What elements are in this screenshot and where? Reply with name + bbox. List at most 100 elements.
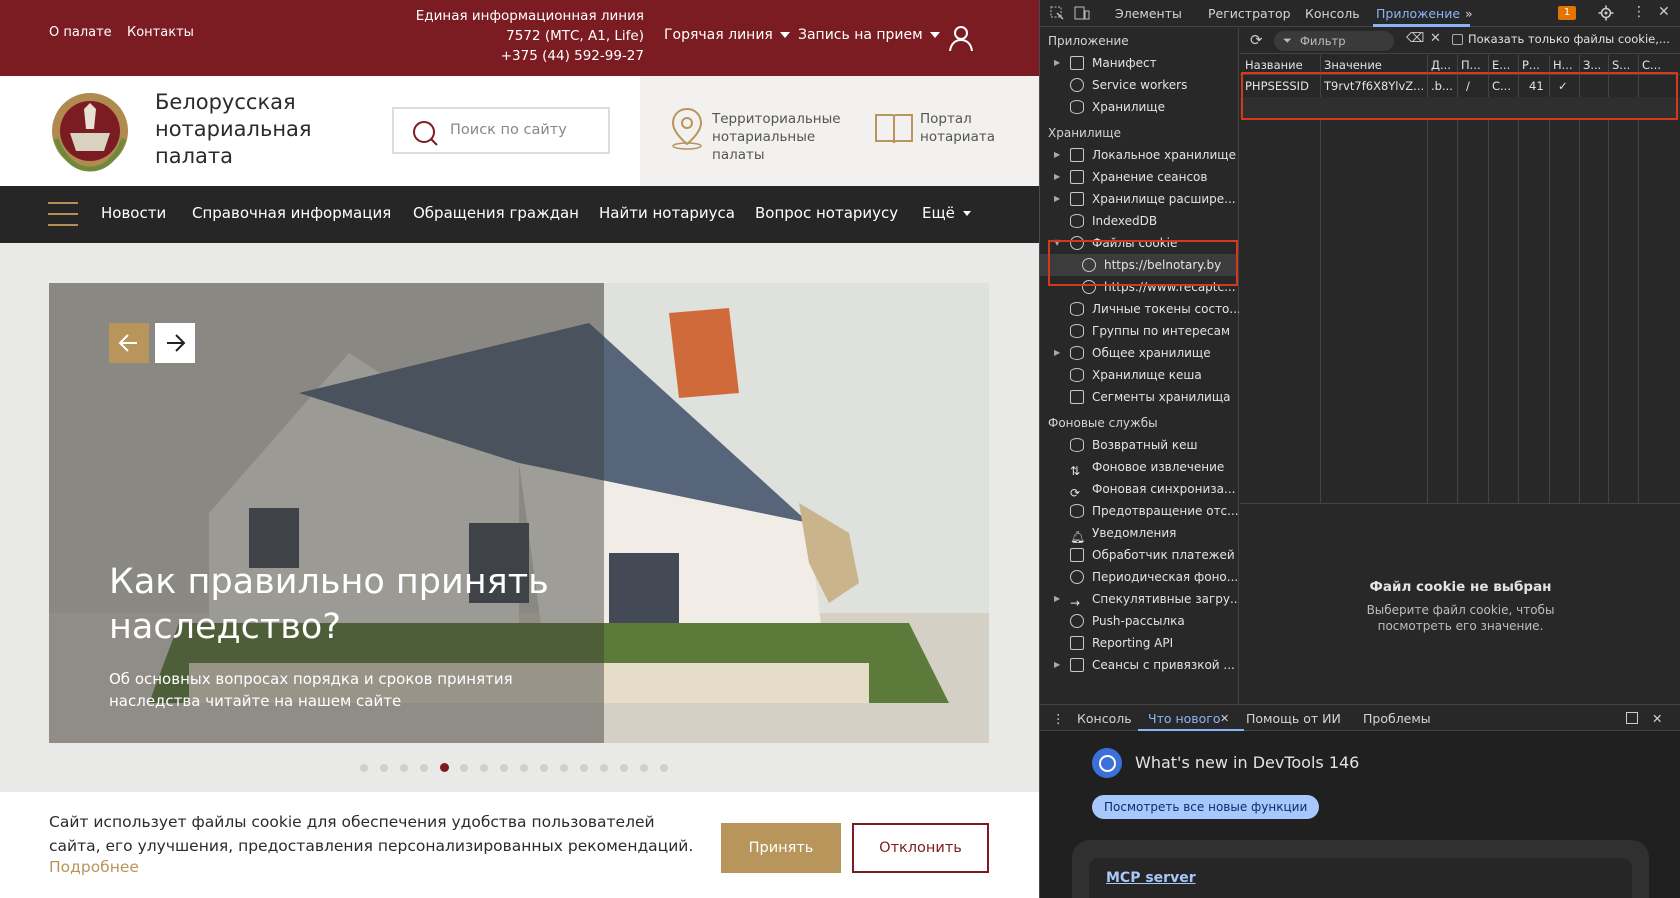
appointment-dropdown[interactable]: Запись на прием (798, 27, 940, 43)
sidebar-item-bounce-tracking[interactable]: Предотвращение отс... (1040, 500, 1239, 522)
sidebar-item-session-storage[interactable]: ▶ Хранение сеансов (1040, 166, 1239, 188)
close-tab-icon[interactable]: ✕ (1220, 712, 1229, 725)
book-icon[interactable] (874, 109, 914, 147)
slider-dot[interactable] (620, 764, 628, 772)
sidebar-item-payment-handler[interactable]: Обработчик платежей (1040, 544, 1239, 566)
hero-title[interactable]: Как правильно принять наследство? (109, 560, 549, 650)
cookie-accept-button[interactable]: Принять (721, 823, 841, 873)
slide-next-button[interactable] (155, 323, 195, 363)
slider-dot[interactable] (500, 764, 508, 772)
sidebar-item-local-storage[interactable]: ▶ Локальное хранилище (1040, 144, 1239, 166)
notary-chamber-logo[interactable] (48, 89, 132, 173)
col-samesite[interactable]: S... (1612, 58, 1630, 72)
refresh-icon[interactable]: ⟳ (1250, 31, 1263, 49)
hero-slider[interactable]: Как правильно принять наследство? Об осн… (49, 283, 989, 743)
sidebar-item-background-fetch[interactable]: ⇅ Фоновое извлечение (1040, 456, 1239, 478)
more-options-icon[interactable]: ⋮ (1632, 4, 1646, 20)
slider-dot[interactable] (660, 764, 668, 772)
sidebar-item-extension-storage[interactable]: ▶ Хранилище расшире... (1040, 188, 1239, 210)
contacts-link[interactable]: Контакты (127, 25, 194, 40)
sidebar-item-service-workers[interactable]: Service workers (1040, 74, 1239, 96)
col-size[interactable]: Р... (1522, 58, 1540, 72)
site-search[interactable]: Поиск по сайту (392, 107, 610, 154)
slider-dot[interactable] (400, 764, 408, 772)
slider-dot[interactable] (600, 764, 608, 772)
slider-dot[interactable] (440, 763, 449, 772)
cookie-decline-button[interactable]: Отклонить (852, 823, 989, 873)
nav-reference[interactable]: Справочная информация (192, 204, 391, 222)
territorial-chambers-link[interactable]: Территориальные нотариальные палаты (712, 110, 862, 164)
dock-side-icon[interactable] (1626, 712, 1638, 724)
map-pin-icon[interactable] (665, 106, 709, 150)
nav-news[interactable]: Новости (101, 204, 166, 222)
slide-prev-button[interactable] (109, 323, 149, 363)
sidebar-item-reporting-api[interactable]: Reporting API (1040, 632, 1239, 654)
col-httponly[interactable]: Н... (1553, 58, 1573, 72)
notary-portal-link[interactable]: Портал нотариата (920, 110, 1000, 146)
sidebar-item-bound-sessions[interactable]: ▶ Сеансы с привязкой ... (1040, 654, 1239, 676)
issues-badge[interactable]: 1 (1558, 6, 1576, 20)
col-path[interactable]: П... (1461, 58, 1481, 72)
col-priority[interactable]: С... (1642, 58, 1661, 72)
drawer-menu-icon[interactable]: ⋮ (1052, 711, 1065, 726)
tab-application[interactable]: Приложение (1376, 6, 1460, 21)
about-link[interactable]: О палате (49, 25, 112, 40)
sidebar-item-background-sync[interactable]: ⟳ Фоновая синхрониза... (1040, 478, 1239, 500)
drawer-tab-whats-new[interactable]: Что нового (1148, 711, 1221, 726)
drawer-tab-ai-help[interactable]: Помощь от ИИ (1246, 711, 1341, 726)
slider-dot[interactable] (520, 764, 528, 772)
slider-dot[interactable] (560, 764, 568, 772)
drawer-tab-console[interactable]: Консоль (1077, 711, 1132, 726)
nav-more-dropdown[interactable]: Ещё (922, 204, 971, 222)
sidebar-item-shared-storage[interactable]: ▶ Общее хранилище (1040, 342, 1239, 364)
mcp-server-link[interactable]: MCP server (1106, 870, 1196, 886)
more-tabs-icon[interactable]: » (1465, 6, 1473, 21)
col-name[interactable]: Название (1245, 58, 1303, 72)
slider-dot[interactable] (360, 764, 368, 772)
slider-dot[interactable] (460, 764, 468, 772)
tab-elements[interactable]: Элементы (1115, 6, 1182, 21)
drawer-tab-issues[interactable]: Проблемы (1363, 711, 1431, 726)
tab-recorder[interactable]: Регистратор (1208, 6, 1291, 21)
sidebar-item-periodic-sync[interactable]: Периодическая фоно... (1040, 566, 1239, 588)
close-devtools-icon[interactable]: ✕ (1658, 4, 1670, 20)
sidebar-item-storage-buckets[interactable]: Сегменты хранилища (1040, 386, 1239, 408)
delete-selected-icon[interactable]: ✕ (1430, 31, 1441, 46)
nav-ask-notary[interactable]: Вопрос нотариусу (755, 204, 898, 222)
sidebar-item-indexeddb[interactable]: IndexedDB (1040, 210, 1239, 232)
info-line-phone[interactable]: +375 (44) 592-99-27 (416, 46, 644, 66)
info-line-short-number[interactable]: 7572 (МТС, A1, Life) (416, 26, 644, 46)
tab-console[interactable]: Консоль (1305, 6, 1360, 21)
col-secure[interactable]: З... (1583, 58, 1601, 72)
sidebar-item-interest-groups[interactable]: Группы по интересам (1040, 320, 1239, 342)
filter-input[interactable]: ⏷ Фильтр (1274, 31, 1394, 51)
sidebar-item-manifest[interactable]: ▶ Манифест (1040, 52, 1239, 74)
inspect-icon[interactable] (1050, 6, 1064, 20)
sidebar-item-private-tokens[interactable]: Личные токены состо... (1040, 298, 1239, 320)
menu-icon[interactable] (48, 202, 78, 226)
device-toolbar-icon[interactable] (1074, 6, 1090, 20)
brand-name[interactable]: Белорусская нотариальная палата (155, 89, 355, 170)
see-all-features-button[interactable]: Посмотреть все новые функции (1092, 795, 1320, 819)
sidebar-item-speculative-loads[interactable]: ▶ → Спекулятивные загру... (1040, 588, 1239, 610)
only-cookies-checkbox[interactable] (1452, 34, 1463, 45)
cookie-more-link[interactable]: Подробнее (49, 858, 139, 876)
col-expires[interactable]: E... (1492, 58, 1510, 72)
sidebar-item-notifications[interactable]: 🔔︎ Уведомления (1040, 522, 1239, 544)
user-icon[interactable] (948, 24, 974, 52)
slider-dot[interactable] (540, 764, 548, 772)
slider-dot[interactable] (480, 764, 488, 772)
close-drawer-icon[interactable]: ✕ (1652, 711, 1662, 726)
sidebar-item-push-messaging[interactable]: Push-рассылка (1040, 610, 1239, 632)
col-domain[interactable]: Д... (1431, 58, 1451, 72)
hotline-dropdown[interactable]: Горячая линия (664, 27, 790, 43)
sidebar-item-cache-storage[interactable]: Хранилище кеша (1040, 364, 1239, 386)
slider-dot[interactable] (580, 764, 588, 772)
nav-find-notary[interactable]: Найти нотариуса (599, 204, 735, 222)
col-value[interactable]: Значение (1324, 58, 1382, 72)
nav-appeals[interactable]: Обращения граждан (413, 204, 579, 222)
sidebar-item-storage-overview[interactable]: Хранилище (1040, 96, 1239, 118)
sidebar-item-bfcache[interactable]: Возвратный кеш (1040, 434, 1239, 456)
slider-dot[interactable] (640, 764, 648, 772)
settings-gear-icon[interactable] (1598, 5, 1614, 21)
